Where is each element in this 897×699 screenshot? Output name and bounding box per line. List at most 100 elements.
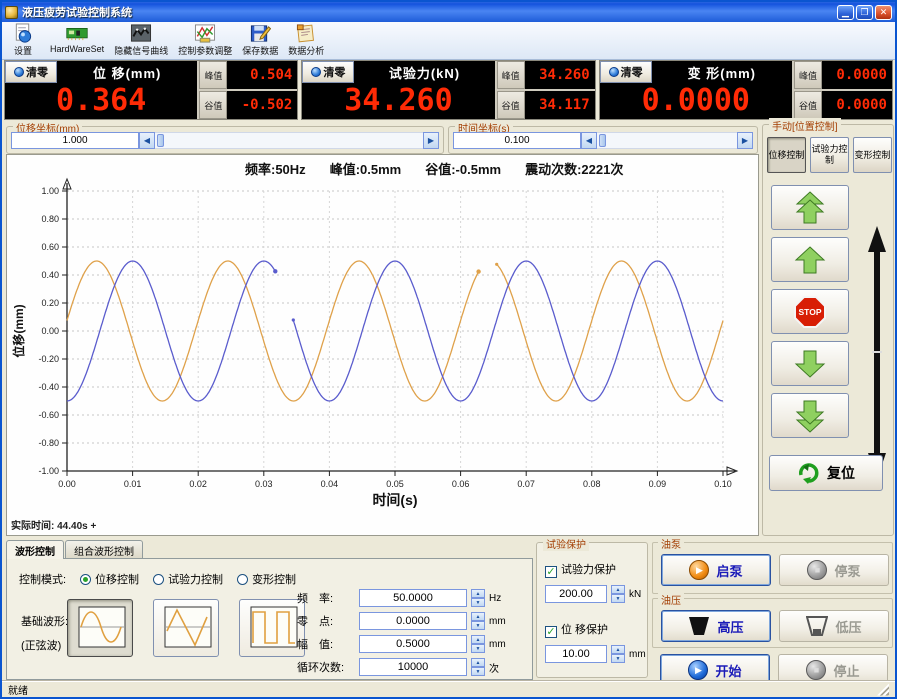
- control-params-button[interactable]: 控制参数调整: [178, 23, 232, 59]
- frequency-input[interactable]: 50.0000: [359, 589, 467, 607]
- stop-sign-icon: STOP: [793, 295, 827, 329]
- scrollbar-thumb[interactable]: [599, 134, 606, 147]
- cycle-count-input[interactable]: 10000: [359, 658, 467, 676]
- frequency-label: 频 率:: [297, 590, 355, 606]
- displacement-protection-stepper[interactable]: ▲▼: [611, 645, 625, 663]
- tool-label: 设置: [14, 44, 32, 57]
- scrollbar-track[interactable]: [155, 132, 423, 149]
- double-down-arrow-icon: [793, 399, 827, 433]
- frequency-stepper[interactable]: ▲▼: [471, 589, 485, 607]
- scrollbar-thumb[interactable]: [157, 134, 164, 147]
- scrollbar-track[interactable]: [597, 132, 737, 149]
- radio-icon: [80, 574, 91, 585]
- svg-text:0.01: 0.01: [124, 479, 142, 489]
- zero-icon: [609, 67, 619, 77]
- settings-icon: [12, 23, 34, 44]
- scroll-left-button[interactable]: ◀: [581, 132, 597, 149]
- hide-signal-curve-button[interactable]: 隐藏信号曲线: [114, 23, 168, 59]
- peak-label: 峰值: [794, 61, 822, 89]
- radio-icon: [153, 574, 164, 585]
- oil-pressure-title: 油压: [658, 592, 684, 607]
- up-button[interactable]: [771, 237, 849, 282]
- tab-wave-control[interactable]: 波形控制: [6, 540, 64, 559]
- stroke-range-arrow: [865, 225, 889, 480]
- sine-wave-button[interactable]: [67, 599, 133, 657]
- force-protection-checkbox[interactable]: ✓试验力保护: [545, 561, 616, 578]
- play-icon: ▶: [689, 560, 709, 580]
- force-protection-input[interactable]: 200.00: [545, 585, 607, 603]
- force-protection-value-row: 200.00 ▲▼ kN: [545, 585, 641, 603]
- force-meter: 清零 试验力(kN) 34.260 峰值34.260 谷值34.117: [301, 60, 595, 120]
- zero-button[interactable]: 清零: [5, 61, 57, 83]
- statusbar: 就绪: [2, 681, 895, 697]
- sine-wave-icon: [73, 605, 127, 651]
- displacement-control-button[interactable]: 位移控制: [767, 137, 806, 173]
- fast-up-button[interactable]: [771, 185, 849, 230]
- peak-value: 34.260: [525, 61, 595, 89]
- stop-pump-button[interactable]: ■停泵: [779, 554, 889, 586]
- test-protection-title: 试验保护: [543, 536, 589, 551]
- settings-button[interactable]: 设置: [6, 23, 40, 59]
- close-button[interactable]: ✕: [875, 5, 892, 20]
- down-arrow-icon: [793, 349, 827, 379]
- stop-button[interactable]: STOP: [771, 289, 849, 334]
- tab-combined-wave-control[interactable]: 组合波形控制: [65, 540, 143, 558]
- actual-time-label: 实际时间: 44.40s +: [11, 517, 96, 532]
- svg-text:0.09: 0.09: [649, 479, 667, 489]
- square-wave-button[interactable]: [239, 599, 305, 657]
- zero-point-unit: mm: [489, 616, 506, 627]
- displacement-scale-select[interactable]: 1.000: [11, 132, 139, 149]
- minimize-button[interactable]: ▁: [837, 5, 854, 20]
- force-protection-stepper[interactable]: ▲▼: [611, 585, 625, 603]
- amplitude-stepper[interactable]: ▲▼: [471, 635, 485, 653]
- radio-deformation-control[interactable]: 变形控制: [237, 571, 296, 587]
- svg-text:0.20: 0.20: [41, 298, 59, 308]
- cycle-count-stepper[interactable]: ▲▼: [471, 658, 485, 676]
- oil-pump-title: 油泵: [658, 536, 684, 551]
- svg-text:0.08: 0.08: [583, 479, 601, 489]
- peak-value: 0.0000: [822, 61, 892, 89]
- deformation-control-button[interactable]: 变形控制: [853, 137, 892, 173]
- zero-button[interactable]: 清零: [600, 61, 652, 83]
- save-data-button[interactable]: 保存数据: [242, 23, 278, 59]
- valley-label: 谷值: [199, 91, 227, 119]
- meter-title: 位 移(mm): [57, 61, 197, 83]
- high-pressure-button[interactable]: 高压: [661, 610, 771, 642]
- time-scale-select[interactable]: 0.100: [453, 132, 581, 149]
- maximize-button[interactable]: ❐: [856, 5, 873, 20]
- waveform-chart: 频率:50Hz 峰值:0.5mm 谷值:-0.5mm 震动次数:2221次 -1…: [6, 154, 759, 536]
- amplitude-input[interactable]: 0.5000: [359, 635, 467, 653]
- radio-displacement-control[interactable]: 位移控制: [80, 571, 139, 587]
- app-window: 液压疲劳试验控制系统 ▁ ❐ ✕ 设置 HardWareSet 隐藏信号曲线 控…: [0, 0, 897, 699]
- peak-label: 峰值: [497, 61, 525, 89]
- scroll-left-button[interactable]: ◀: [139, 132, 155, 149]
- scroll-right-button[interactable]: ▶: [423, 132, 439, 149]
- pump-area: 油泵 ▶启泵 ■停泵 油压 高压 低压 ▶开始 ■停止: [652, 540, 893, 680]
- zero-button[interactable]: 清零: [302, 61, 354, 83]
- hardwareset-button[interactable]: HardWareSet: [50, 23, 104, 59]
- low-pressure-button[interactable]: 低压: [779, 610, 889, 642]
- data-analysis-button[interactable]: 数据分析: [288, 23, 324, 59]
- force-control-button[interactable]: 试验力控制: [810, 137, 849, 173]
- fast-down-button[interactable]: [771, 393, 849, 438]
- zero-point-input[interactable]: 0.0000: [359, 612, 467, 630]
- svg-text:0.60: 0.60: [41, 242, 59, 252]
- triangle-wave-icon: [159, 605, 213, 651]
- svg-text:-0.60: -0.60: [38, 410, 59, 420]
- triangle-wave-button[interactable]: [153, 599, 219, 657]
- zero-point-row: 零 点: 0.0000 ▲▼ mm: [297, 612, 506, 630]
- start-pump-button[interactable]: ▶启泵: [661, 554, 771, 586]
- down-button[interactable]: [771, 341, 849, 386]
- displacement-protection-checkbox[interactable]: ✓位 移保护: [545, 621, 608, 638]
- zero-point-stepper[interactable]: ▲▼: [471, 612, 485, 630]
- cycle-count-row: 循环次数: 10000 ▲▼ 次: [297, 658, 506, 676]
- resize-grip[interactable]: [877, 684, 889, 696]
- scroll-right-button[interactable]: ▶: [737, 132, 753, 149]
- radio-force-control[interactable]: 试验力控制: [153, 571, 223, 587]
- double-up-arrow-icon: [793, 191, 827, 225]
- reset-button[interactable]: 复位: [769, 455, 883, 491]
- meter-value: 34.260: [302, 83, 494, 119]
- hide-curve-icon: [130, 23, 152, 44]
- displacement-protection-input[interactable]: 10.00: [545, 645, 607, 663]
- svg-text:0.80: 0.80: [41, 214, 59, 224]
